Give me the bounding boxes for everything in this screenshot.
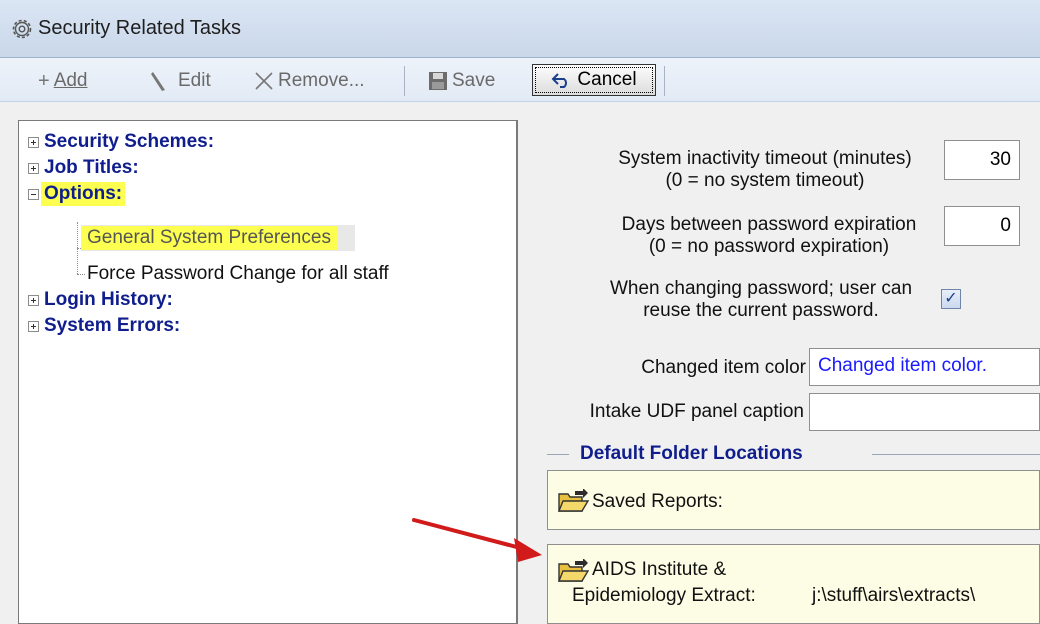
title-bar: Security Related Tasks [0,0,1040,58]
reuse-label-line1: When changing password; user can [609,278,913,299]
annotation-arrow [412,518,542,562]
tree-node-label: Security Schemes: [44,131,215,152]
edit-label: Edit [178,70,211,91]
expiration-label-line2: (0 = no password expiration) [648,236,890,257]
changed-color-label: Changed item color [641,357,806,378]
tree-node-force-password-change[interactable]: Force Password Change for all staff [87,261,389,287]
toolbar: + Add Edit Remove... Save Cancel [0,58,1040,102]
timeout-label-line2: (0 = no system timeout) [665,170,865,191]
collapse-icon[interactable] [28,188,39,200]
group-divider [547,454,569,455]
cancel-button[interactable]: Cancel [532,64,656,96]
remove-button[interactable]: Remove... [254,68,365,94]
tree-node-login-history[interactable]: Login History: [28,287,173,313]
tree-node-job-titles[interactable]: Job Titles: [28,155,139,181]
tree-node-label: General System Preferences [81,226,337,250]
tree-node-label: Force Password Change for all staff [87,263,389,284]
saved-reports-label: Saved Reports: [592,491,723,512]
expiration-label: Days between password expiration (0 = no… [596,214,942,258]
save-button[interactable]: Save [428,68,495,94]
aids-label-line1: AIDS Institute & [592,559,727,580]
add-button[interactable]: + Add [38,68,88,94]
floppy-disk-icon [429,72,447,90]
tree-node-label: Job Titles: [44,157,139,178]
toolbar-separator [664,66,665,96]
remove-label: Remove... [278,70,365,91]
changed-color-field[interactable]: Changed item color. [809,348,1040,386]
aids-extract-path: j:\stuff\airs\extracts\ [812,585,976,606]
intake-udf-label: Intake UDF panel caption [589,401,804,422]
default-folder-locations-title: Default Folder Locations [580,443,803,464]
tree-node-security-schemes[interactable]: Security Schemes: [28,129,214,155]
expand-icon[interactable] [28,320,39,332]
timeout-label-line1: System inactivity timeout (minutes) [618,148,912,169]
expand-icon[interactable] [28,162,39,174]
timeout-label: System inactivity timeout (minutes) (0 =… [590,148,940,192]
reuse-password-label: When changing password; user can reuse t… [586,278,936,322]
reuse-label-line2: reuse the current password. [643,300,879,321]
add-label: Add [53,70,88,91]
pencil-icon [151,72,165,91]
expiration-label-line1: Days between password expiration [621,214,917,235]
gear-icon [12,19,32,39]
tree-node-system-errors[interactable]: System Errors: [28,313,180,339]
window-title: Security Related Tasks [38,17,242,39]
toolbar-separator [404,66,405,96]
tree-node-options[interactable]: Options: [28,181,126,207]
save-label: Save [452,70,496,91]
close-icon [255,72,273,90]
undo-icon [552,73,568,88]
aids-extract-box[interactable]: AIDS Institute & Epidemiology Extract: j… [547,544,1040,624]
expand-icon[interactable] [28,136,39,148]
group-divider [872,454,1040,455]
tree-node-label: Login History: [44,289,173,310]
reuse-password-checkbox[interactable]: ✓ [941,289,961,309]
intake-udf-input[interactable] [809,393,1040,431]
tree-node-general-system-preferences[interactable]: General System Preferences [81,225,355,251]
edit-button[interactable]: Edit [150,68,211,94]
saved-reports-box[interactable]: Saved Reports: [547,470,1040,530]
tree-node-label: System Errors: [44,315,181,336]
tree-node-label: Options: [41,182,126,206]
tree-connector [77,274,85,275]
aids-label-line2: Epidemiology Extract: [572,585,756,606]
expand-icon[interactable] [28,294,39,306]
plus-icon: + [38,69,50,92]
expiration-input[interactable]: 0 [944,206,1020,246]
timeout-input[interactable]: 30 [944,140,1020,180]
cancel-label: Cancel [577,69,637,90]
